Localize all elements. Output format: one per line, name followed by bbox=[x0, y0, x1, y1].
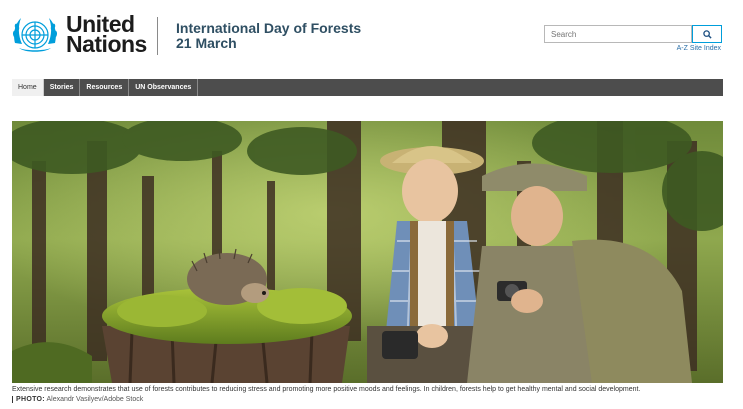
brand-wordmark[interactable]: United Nations bbox=[66, 13, 147, 57]
forest-photo bbox=[12, 121, 723, 383]
search-icon bbox=[702, 29, 712, 39]
nav-item-stories[interactable]: Stories bbox=[44, 79, 81, 96]
photo-credit: PHOTO: Alexandr Vasilyev/Adobe Stock bbox=[12, 396, 143, 403]
page-title-line-1: International Day of Forests bbox=[176, 20, 362, 36]
nav-item-resources[interactable]: Resources bbox=[80, 79, 130, 96]
nav-item-un-observances[interactable]: UN Observances bbox=[129, 79, 199, 96]
brand-line-2: Nations bbox=[66, 31, 147, 57]
photo-credit-value: Alexandr Vasilyev/Adobe Stock bbox=[46, 396, 144, 403]
page-title[interactable]: International Day of Forests 21 March bbox=[176, 21, 361, 51]
search-button[interactable] bbox=[692, 25, 722, 43]
header-divider bbox=[157, 17, 158, 55]
hero-image bbox=[12, 121, 723, 383]
main-nav: Home Stories Resources UN Observances bbox=[12, 79, 723, 96]
un-emblem-icon[interactable] bbox=[9, 13, 61, 59]
nav-item-home[interactable]: Home bbox=[12, 79, 44, 96]
az-site-index-link[interactable]: A-Z Site Index bbox=[677, 45, 721, 52]
site-header: United Nations International Day of Fore… bbox=[0, 0, 743, 72]
page-title-line-2: 21 March bbox=[176, 35, 237, 51]
hero-caption: Extensive research demonstrates that use… bbox=[12, 386, 641, 393]
search-input[interactable] bbox=[544, 25, 692, 43]
photo-credit-label: PHOTO: bbox=[16, 396, 45, 403]
